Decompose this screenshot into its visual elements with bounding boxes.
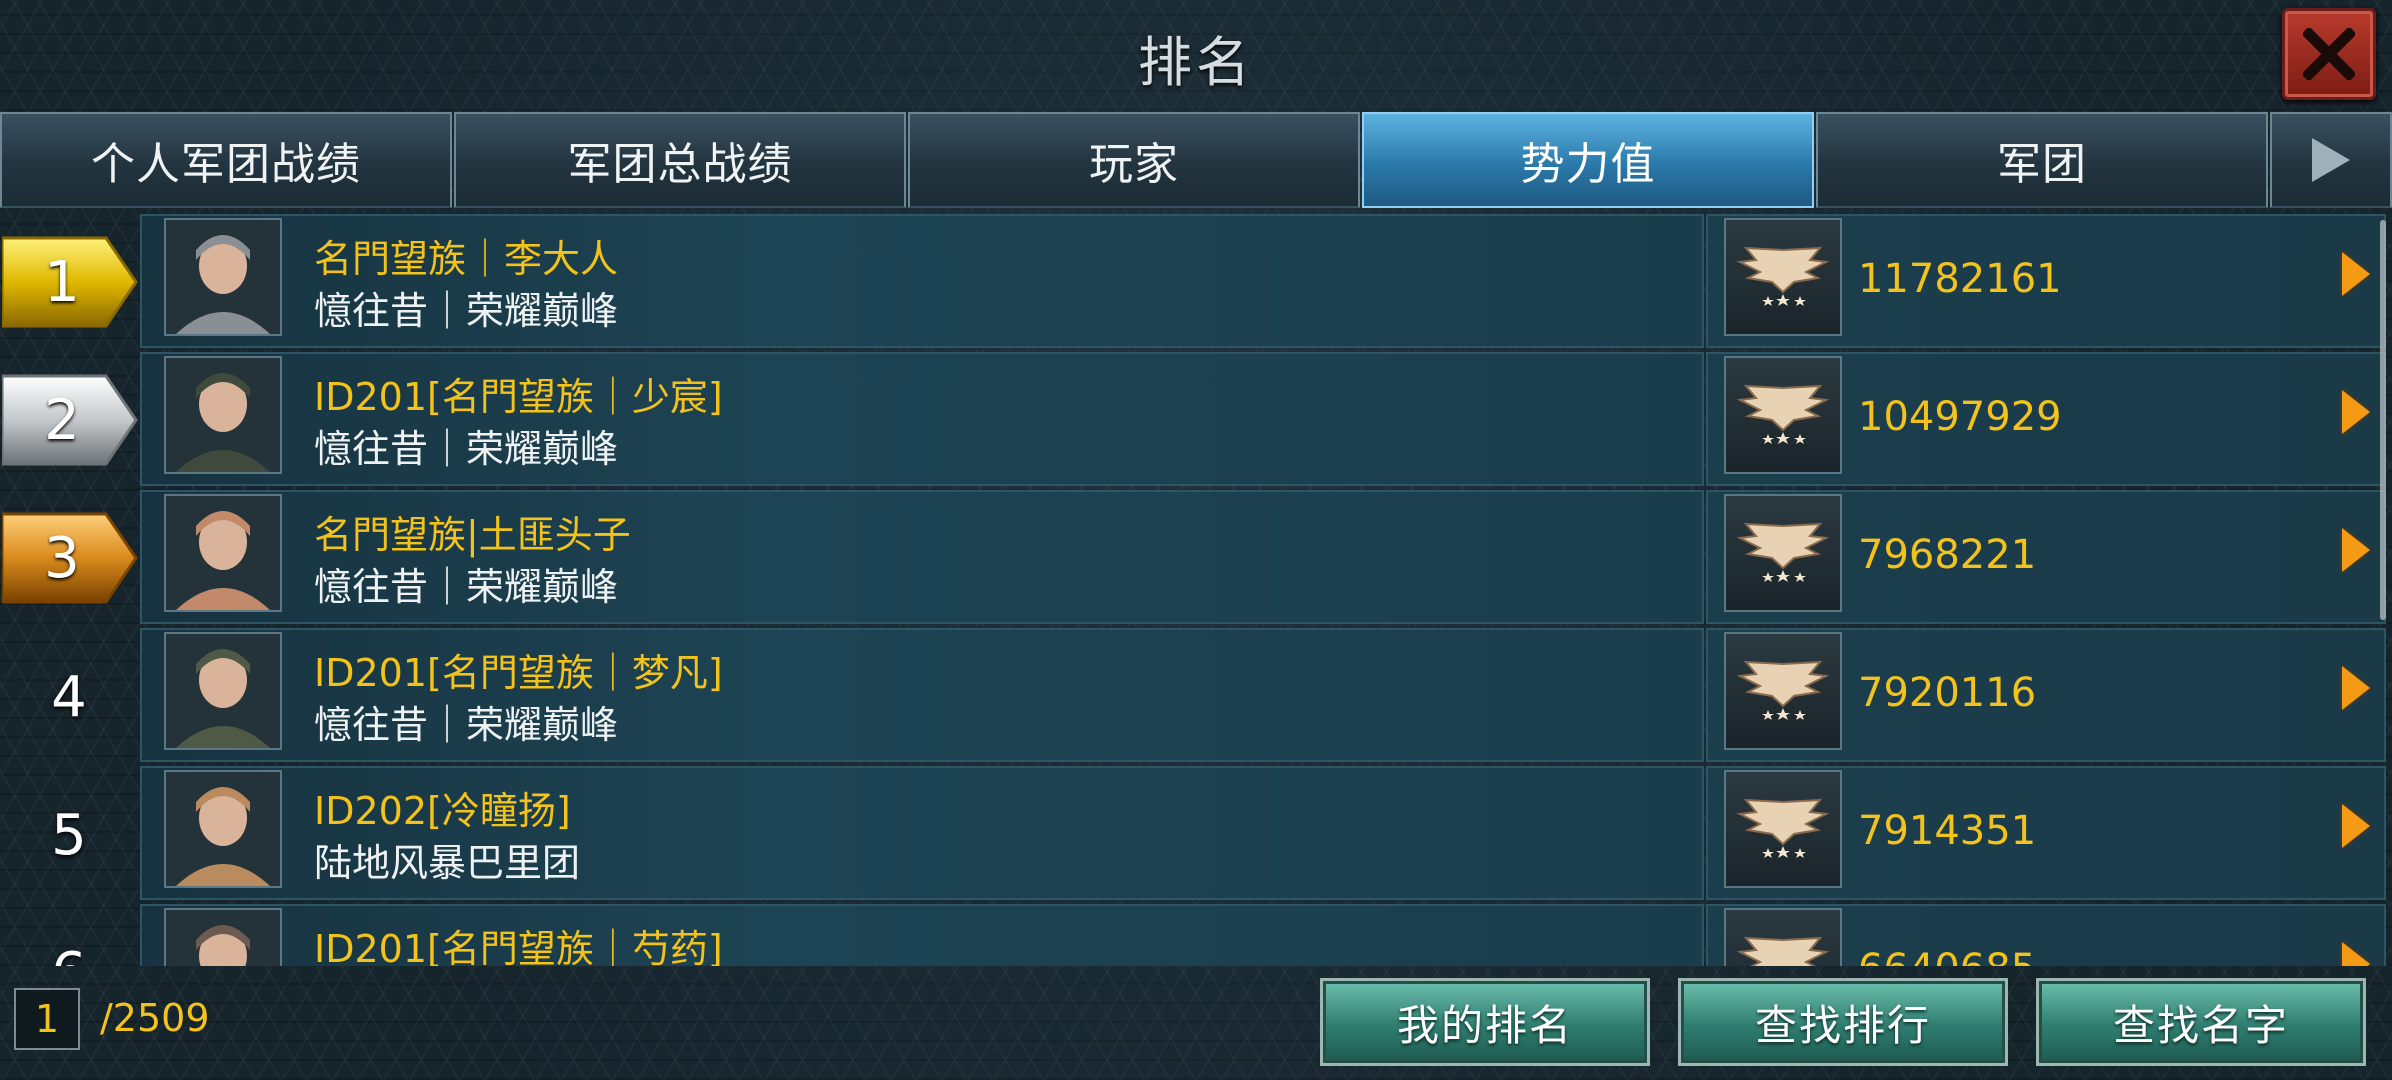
table-row[interactable]: 2 ID201[名門望族｜少宸] 憶往昔｜荣耀巅峰 10497929	[0, 352, 2392, 490]
detail-arrow-icon[interactable]	[2342, 804, 2370, 848]
guild-name: 憶往昔｜荣耀巅峰	[314, 565, 619, 609]
table-row[interactable]: 4 ID201[名門望族｜梦凡] 憶往昔｜荣耀巅峰 7920116	[0, 628, 2392, 766]
player-name: ID201[名門望族｜梦凡]	[314, 651, 723, 695]
portrait-icon	[166, 634, 280, 748]
guild-name: 憶往昔｜荣耀巅峰	[314, 289, 619, 333]
my-rank-button[interactable]: 我的排名	[1320, 978, 1650, 1066]
detail-arrow-icon[interactable]	[2342, 528, 2370, 572]
player-name: 名門望族|土匪头子	[314, 513, 631, 557]
page-title: 排名	[1138, 31, 1254, 94]
eagle-star-icon	[1724, 356, 1842, 474]
portrait-icon	[166, 910, 280, 966]
female-pilot-avatar[interactable]	[164, 218, 282, 336]
detail-arrow-icon[interactable]	[2342, 666, 2370, 710]
table-row[interactable]: 3 名門望族|土匪头子 憶往昔｜荣耀巅峰 7968221	[0, 490, 2392, 628]
guild-name: 憶往昔｜荣耀巅峰	[314, 427, 619, 471]
bunny-ears-avatar[interactable]	[164, 494, 282, 612]
rank-number: 1	[44, 249, 80, 315]
detail-arrow-icon[interactable]	[2342, 942, 2370, 966]
blond-soldier-avatar[interactable]	[164, 770, 282, 888]
eagle-rank-icon	[1736, 384, 1830, 444]
eagle-rank-icon	[1736, 246, 1830, 306]
power-value: 10497929	[1858, 394, 2062, 440]
guild-name: 憶往昔｜荣耀巅峰	[314, 703, 619, 747]
bottom-bar: 1 /2509 我的排名 查找排行 查找名字	[0, 966, 2392, 1080]
rank-number: 3	[44, 525, 80, 591]
eagle-star-icon	[1724, 218, 1842, 336]
rank-badge-bronze: 3	[0, 506, 138, 610]
close-icon	[2303, 28, 2355, 80]
rank-cell: 5	[0, 766, 138, 904]
ranking-list[interactable]: 1 名門望族｜李大人 憶往昔｜荣耀巅峰 11782161 2 ID201[名門望…	[0, 214, 2392, 966]
power-value: 6640685	[1858, 946, 2036, 966]
portrait-icon	[166, 772, 280, 886]
tab-label: 军团	[1997, 139, 2087, 190]
table-row[interactable]: 5 ID202[冷瞳扬] 陆地风暴巴里团 7914351	[0, 766, 2392, 904]
player-name: 名門望族｜李大人	[314, 237, 619, 281]
rank-number: 6	[51, 941, 87, 967]
eagle-star-icon	[1724, 908, 1842, 966]
tab-players[interactable]: 玩家	[908, 112, 1360, 208]
power-value: 7920116	[1858, 670, 2037, 716]
rank-number: 4	[51, 664, 87, 730]
tab-power[interactable]: 势力值	[1362, 112, 1814, 208]
eagle-star-icon	[1724, 632, 1842, 750]
page-number-input[interactable]: 1	[14, 988, 80, 1050]
table-row[interactable]: 1 名門望族｜李大人 憶往昔｜荣耀巅峰 11782161	[0, 214, 2392, 352]
helmet-general-avatar[interactable]	[164, 632, 282, 750]
detail-arrow-icon[interactable]	[2342, 252, 2370, 296]
detail-arrow-icon[interactable]	[2342, 390, 2370, 434]
power-value: 7914351	[1858, 808, 2037, 854]
player-name: ID202[冷瞳扬]	[314, 789, 571, 833]
guild-name: 陆地风暴巴里团	[314, 841, 581, 885]
eagle-star-icon	[1724, 770, 1842, 888]
eagle-rank-icon	[1736, 660, 1830, 720]
rank-number: 5	[51, 802, 87, 868]
player-name: ID201[名門望族｜少宸]	[314, 375, 723, 419]
tab-bar: 个人军团战绩 军团总战绩 玩家 势力值 军团	[0, 112, 2392, 208]
bald-officer-avatar[interactable]	[164, 908, 282, 966]
find-name-button[interactable]: 查找名字	[2036, 978, 2366, 1066]
rank-badge-silver: 2	[0, 368, 138, 472]
portrait-icon	[166, 220, 280, 334]
rank-number: 2	[44, 387, 80, 453]
tab-legion[interactable]: 军团	[1816, 112, 2268, 208]
eagle-star-icon	[1724, 494, 1842, 612]
close-button[interactable]	[2282, 8, 2376, 100]
eagle-rank-icon	[1736, 798, 1830, 858]
scrollbar[interactable]	[2380, 220, 2386, 620]
portrait-icon	[166, 496, 280, 610]
portrait-icon	[166, 358, 280, 472]
rank-cell: 4	[0, 628, 138, 766]
eagle-rank-icon	[1736, 936, 1830, 966]
tab-more[interactable]	[2270, 112, 2392, 208]
rank-cell: 6	[0, 904, 138, 967]
tab-label: 玩家	[1089, 139, 1179, 190]
rank-badge-gold: 1	[0, 230, 138, 334]
tab-personal-legion-record[interactable]: 个人军团战绩	[0, 112, 452, 208]
play-arrow-icon	[2312, 138, 2350, 182]
page-total: /2509	[100, 996, 210, 1040]
tab-label: 势力值	[1520, 139, 1656, 190]
find-rank-button[interactable]: 查找排行	[1678, 978, 2008, 1066]
tab-label: 军团总战绩	[567, 139, 793, 190]
tab-label: 个人军团战绩	[91, 139, 361, 190]
eagle-rank-icon	[1736, 522, 1830, 582]
table-row[interactable]: 6 ID201[名門望族｜芍药] 6640685	[0, 904, 2392, 966]
tab-legion-total-record[interactable]: 军团总战绩	[454, 112, 906, 208]
player-name: ID201[名門望族｜芍药]	[314, 927, 723, 966]
officer-cap-avatar[interactable]	[164, 356, 282, 474]
power-value: 11782161	[1858, 256, 2062, 302]
power-value: 7968221	[1858, 532, 2037, 578]
